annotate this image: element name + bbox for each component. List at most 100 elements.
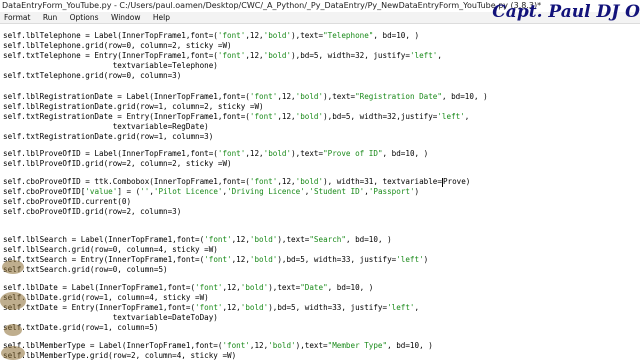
string-token: '': [140, 187, 150, 196]
code-token: self.txtRegistrationDate = Entry(InnerTo…: [3, 112, 250, 121]
code-token: , bd=10, ): [373, 31, 420, 40]
code-line: self.cboProveOfID.current(0): [3, 197, 131, 207]
code-token: self.lblMemberType.grid(row=2, column=4,…: [3, 351, 237, 360]
code-token: ,12,: [245, 149, 264, 158]
string-token: 'bold': [240, 303, 269, 312]
string-token: 'font': [217, 31, 246, 40]
string-token: 'bold': [249, 255, 278, 264]
string-token: 'left': [396, 255, 424, 264]
string-token: 'Student ID': [309, 187, 365, 196]
string-token: 'bold': [268, 341, 296, 350]
string-token: "Telephone": [323, 31, 374, 40]
string-token: 'font': [249, 112, 278, 121]
string-token: 'Driving Licence': [227, 187, 305, 196]
code-token: self.lblMemberType = Label(InnerTopFrame…: [3, 341, 223, 350]
code-token: ),bd=5, width=33, justify=: [277, 255, 397, 264]
code-token: textvariable=Telephone): [3, 61, 218, 70]
string-token: 'bold': [240, 283, 269, 292]
string-token: "Prove of ID": [323, 149, 383, 158]
code-token: ,12,: [277, 177, 296, 186]
menu-format[interactable]: Format: [4, 12, 30, 23]
string-token: 'font': [222, 341, 250, 350]
code-token: , bd=10, ): [441, 92, 488, 101]
decorative-watermark-blobs: [0, 250, 28, 360]
string-token: "Date": [300, 283, 328, 292]
string-token: 'font': [217, 149, 246, 158]
code-token: self.cboProveOfID.current(0): [3, 197, 132, 206]
menu-run[interactable]: Run: [43, 12, 57, 23]
string-token: 'bold': [263, 51, 292, 60]
code-token: ),text=: [277, 235, 310, 244]
string-token: 'bold': [295, 177, 324, 186]
string-token: 'font': [217, 51, 246, 60]
string-token: 'font': [204, 255, 232, 264]
code-token: ),bd=5, width=33, justify=: [268, 303, 388, 312]
code-token: self.lblRegistrationDate = Label(InnerTo…: [3, 92, 250, 101]
code-token: self.lblDate = Label(InnerTopFrame1,font…: [3, 283, 196, 292]
code-token: ,12,: [245, 31, 264, 40]
code-token: ),text=: [268, 283, 301, 292]
string-token: 'value': [85, 187, 118, 196]
channel-watermark: Capt. Paul DJ O: [492, 2, 640, 22]
string-token: 'font': [204, 235, 232, 244]
menu-window[interactable]: Window: [111, 12, 141, 23]
code-token: ,12,: [231, 255, 250, 264]
code-line: self.lblRegistrationDate = Label(InnerTo…: [3, 92, 488, 102]
code-token: Prove): [442, 177, 471, 186]
code-token: textvariable=RegDate): [3, 122, 209, 131]
code-token: self.txtRegistrationDate.grid(row=1, col…: [3, 132, 214, 141]
code-token: self.cboProveOfID = ttk.Combobox(InnerTo…: [3, 177, 250, 186]
code-token: self.lblSearch = Label(InnerTopFrame1,fo…: [3, 235, 205, 244]
string-token: 'bold': [295, 112, 324, 121]
code-token: self.txtDate = Entry(InnerTopFrame1,font…: [3, 303, 196, 312]
code-token: ,12,: [277, 112, 296, 121]
string-token: 'font': [249, 177, 278, 186]
code-token: ] = (: [117, 187, 141, 196]
string-token: "Member Type": [327, 341, 388, 350]
code-line: self.txtSearch = Entry(InnerTopFrame1,fo…: [3, 255, 428, 265]
code-token: ,: [437, 51, 442, 60]
code-line: textvariable=Telephone): [3, 61, 218, 71]
code-token: ,12,: [222, 303, 241, 312]
code-token: ,12,: [277, 92, 296, 101]
code-line: self.lblProveOfID = Label(InnerTopFrame1…: [3, 149, 428, 159]
string-token: 'font': [195, 303, 223, 312]
code-line: self.lblTelephone.grid(row=0, column=2, …: [3, 41, 232, 51]
code-editor[interactable]: self.lblTelephone = Label(InnerTopFrame1…: [0, 24, 640, 360]
code-token: ): [423, 255, 429, 264]
code-token: ),text=: [291, 31, 324, 40]
string-token: 'font': [195, 283, 223, 292]
code-token: self.lblProveOfID = Label(InnerTopFrame1…: [3, 149, 218, 158]
code-token: ),bd=5, width=32, justify=: [291, 51, 410, 60]
code-token: , bd=10, ): [345, 235, 392, 244]
code-line: self.lblDate.grid(row=1, column=4, stick…: [3, 293, 209, 303]
code-line: self.lblSearch = Label(InnerTopFrame1,fo…: [3, 235, 392, 245]
code-token: ),text=: [323, 92, 356, 101]
string-token: 'bold': [249, 235, 278, 244]
code-token: self.lblDate.grid(row=1, column=4, stick…: [3, 293, 209, 302]
code-token: ,12,: [231, 235, 250, 244]
string-token: 'left': [409, 51, 438, 60]
string-token: "Search": [309, 235, 346, 244]
string-token: 'Passport': [368, 187, 415, 196]
code-line: self.cboProveOfID['value'] = ('','Pilot …: [3, 187, 419, 197]
menu-help[interactable]: Help: [153, 12, 170, 23]
code-line: self.lblSearch.grid(row=0, column=4, sti…: [3, 245, 218, 255]
code-token: ), width=31, textvariable=: [323, 177, 442, 186]
code-token: , bd=10, ): [327, 283, 374, 292]
menu-options[interactable]: Options: [70, 12, 99, 23]
code-token: self.lblSearch.grid(row=0, column=4, sti…: [3, 245, 218, 254]
code-token: ),text=: [291, 149, 324, 158]
code-token: ,12,: [245, 51, 264, 60]
code-line: self.txtRegistrationDate = Entry(InnerTo…: [3, 112, 469, 122]
window-title: DataEntryForm_YouTube.py - C:/Users/paul…: [2, 1, 542, 10]
string-token: 'left': [387, 303, 415, 312]
code-line: self.txtTelephone = Entry(InnerTopFrame1…: [3, 51, 442, 61]
code-token: self.txtTelephone.grid(row=0, column=3): [3, 71, 182, 80]
code-line: self.txtRegistrationDate.grid(row=1, col…: [3, 132, 213, 142]
string-token: 'bold': [295, 92, 324, 101]
code-line: textvariable=RegDate): [3, 122, 209, 132]
string-token: 'font': [249, 92, 278, 101]
code-line: self.lblRegistrationDate.grid(row=1, col…: [3, 102, 264, 112]
code-token: self.txtTelephone = Entry(InnerTopFrame1…: [3, 51, 218, 60]
